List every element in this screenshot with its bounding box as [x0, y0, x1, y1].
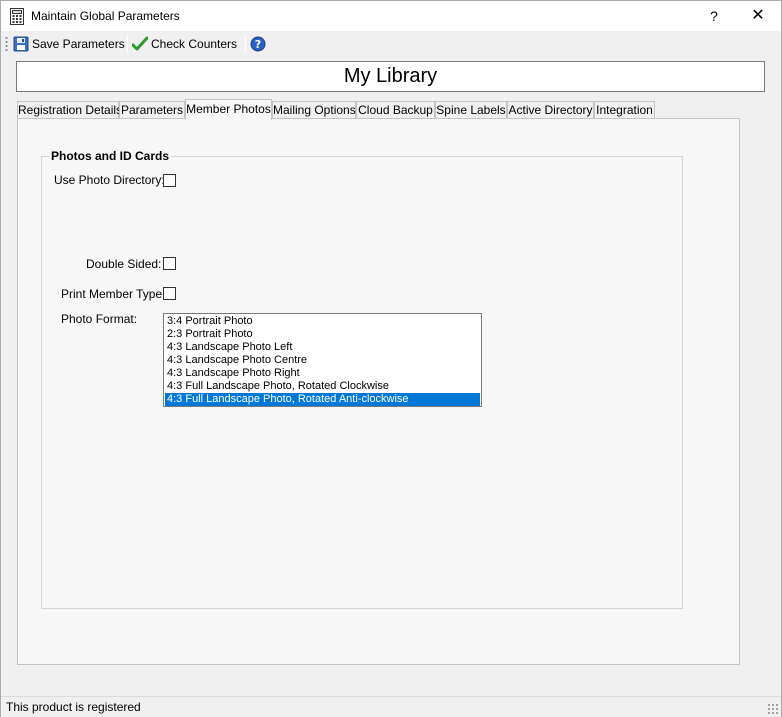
toolbar-separator — [245, 35, 246, 53]
status-bar: This product is registered — [1, 696, 781, 717]
member-photos-panel: Photos and ID Cards Use Photo Directory:… — [17, 118, 740, 665]
print-member-type-checkbox[interactable] — [163, 287, 176, 300]
double-sided-label: Double Sided: — [86, 257, 162, 271]
window-title: Maintain Global Parameters — [31, 9, 180, 23]
library-name-display: My Library — [16, 61, 765, 92]
use-photo-directory-checkbox[interactable] — [163, 174, 176, 187]
list-item[interactable]: 4:3 Landscape Photo Centre — [165, 354, 480, 367]
toolbar-separator — [127, 35, 128, 53]
title-bar: Maintain Global Parameters ? ✕ — [1, 1, 781, 31]
list-item[interactable]: 3:4 Portrait Photo — [165, 315, 480, 328]
double-sided-checkbox[interactable] — [163, 257, 176, 270]
photos-and-id-cards-group: Photos and ID Cards Use Photo Directory:… — [41, 149, 683, 609]
save-parameters-button[interactable]: Save Parameters — [13, 33, 125, 55]
group-title: Photos and ID Cards — [49, 149, 172, 163]
help-button[interactable]: ? — [701, 4, 727, 28]
save-icon — [13, 36, 29, 52]
print-member-type-label: Print Member Type: — [61, 287, 166, 301]
list-item[interactable]: 2:3 Portrait Photo — [165, 328, 480, 341]
tab-member-photos[interactable]: Member Photos — [185, 99, 272, 120]
toolbar-grip[interactable] — [5, 36, 8, 52]
list-item[interactable]: 4:3 Full Landscape Photo, Rotated Clockw… — [165, 380, 480, 393]
check-counters-label: Check Counters — [151, 37, 238, 51]
list-item-selected[interactable]: 4:3 Full Landscape Photo, Rotated Anti-c… — [165, 393, 480, 406]
maintain-global-parameters-window: Maintain Global Parameters ? ✕ Save Para… — [0, 0, 782, 717]
toolbar: Save Parameters Check Counters ? — [1, 31, 781, 57]
help-toolbar-button[interactable]: ? — [250, 33, 266, 55]
help-icon: ? — [250, 36, 266, 52]
close-button[interactable]: ✕ — [743, 4, 773, 28]
list-item[interactable]: 4:3 Landscape Photo Right — [165, 367, 480, 380]
photo-format-listbox[interactable]: 3:4 Portrait Photo 2:3 Portrait Photo 4:… — [163, 313, 482, 407]
check-icon — [132, 36, 148, 51]
status-text: This product is registered — [6, 700, 141, 714]
list-item[interactable]: 4:3 Landscape Photo Left — [165, 341, 480, 354]
resize-grip-icon[interactable] — [767, 703, 779, 715]
use-photo-directory-label: Use Photo Directory: — [54, 173, 165, 187]
save-parameters-label: Save Parameters — [32, 37, 125, 51]
check-counters-button[interactable]: Check Counters — [132, 33, 237, 55]
photo-format-label: Photo Format: — [61, 312, 138, 326]
calculator-icon — [10, 8, 24, 25]
svg-text:?: ? — [255, 38, 261, 51]
